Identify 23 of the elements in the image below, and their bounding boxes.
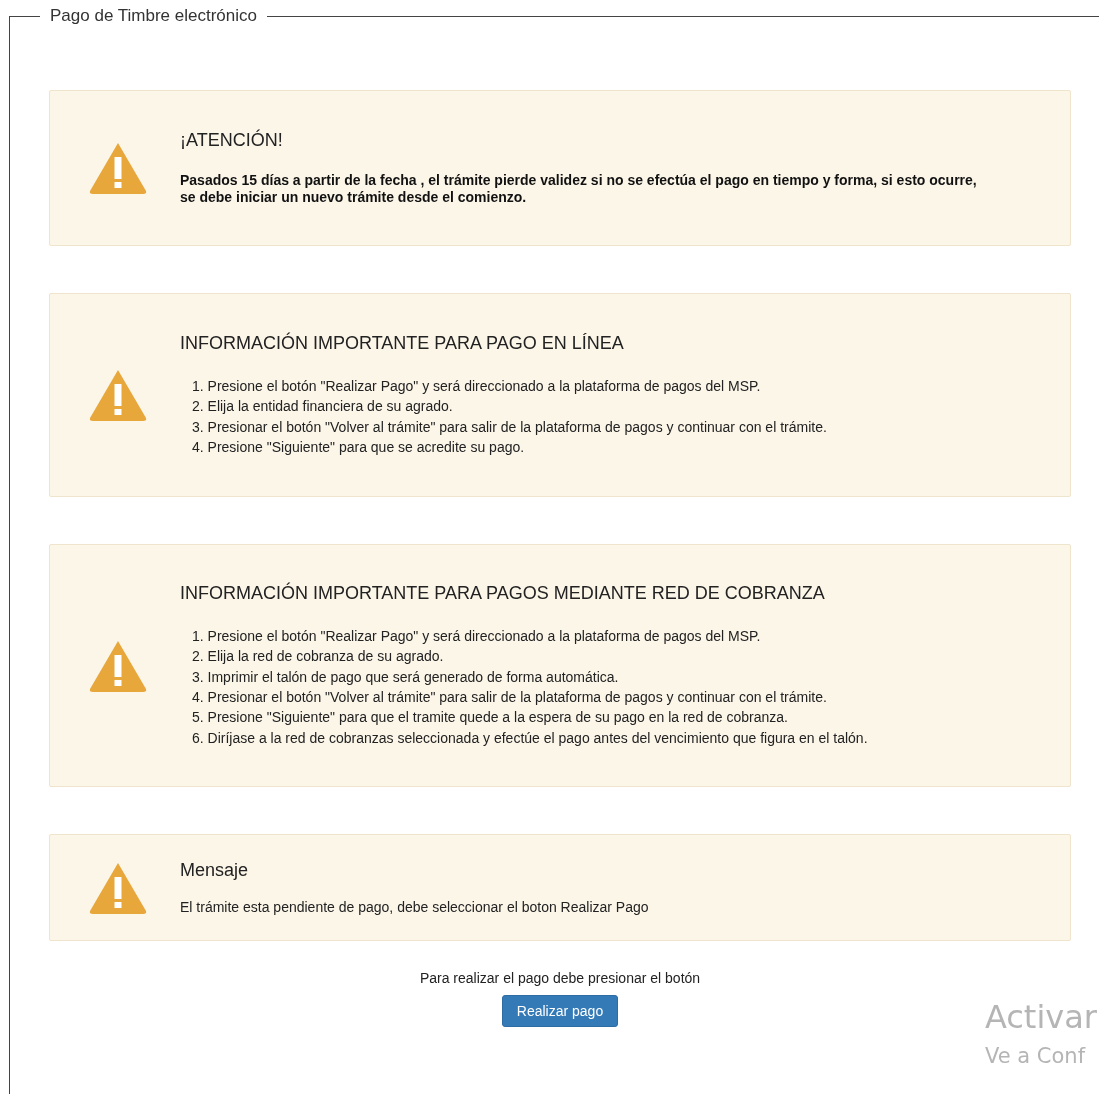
payment-prompt: Para realizar el pago debe presionar el botón [419, 970, 701, 986]
instruction-step: 3. Presionar el botón "Volver al trámite" para salir de la plataforma de pagos y continuar con el trámite. [192, 416, 827, 437]
pay-button[interactable]: Realizar pago [501, 995, 619, 1027]
activation-title: Activar [984, 998, 1097, 1036]
alert-title: ¡ATENCIÓN! [180, 130, 284, 151]
instruction-step: 2. Elija la red de cobranza de su agrado. [192, 646, 868, 667]
warning-icon [88, 141, 148, 195]
alert-title: INFORMACIÓN IMPORTANTE PARA PAGO EN LÍNEA [180, 332, 625, 354]
warning-icon [88, 368, 148, 422]
instruction-step: 4. Presione "Siguiente" para que se acredite su pago. [192, 436, 827, 458]
instruction-step: 5. Presione "Siguiente" para que el tramite quede a la espera de su pago en la red de cobranza. [192, 707, 868, 728]
status-message: El trámite esta pendiente de pago, debe seleccionar el boton Realizar Pago [180, 899, 649, 915]
alert-title: INFORMACIÓN IMPORTANTE PARA PAGOS MEDIANTE RED DE COBRANZA [180, 583, 826, 605]
alert-title: Mensaje [180, 860, 250, 881]
fieldset-legend: Pago de Timbre electrónico [40, 6, 267, 26]
activation-subtitle: Ve a Conf [984, 1044, 1087, 1068]
instruction-step: 1. Presione el botón "Realizar Pago" y será direccionado a la plataforma de pagos del MSP. [192, 626, 868, 647]
instruction-step: 6. Diríjase a la red de cobranzas seleccionada y efectúe el pago antes del vencimiento que figura en el talón. [192, 727, 868, 748]
warning-message: Pasados 15 días a partir de la fecha , el trámite pierde validez si no se efectúa el pago en tiempo y forma, si esto ocurre, se debe iniciar un nuevo trámite desde el comienzo. [180, 172, 978, 206]
instruction-step: 1. Presione el botón "Realizar Pago" y será direccionado a la plataforma de pagos del MSP. [192, 375, 827, 397]
instruction-step: 4. Presionar el botón "Volver al trámite" para salir de la plataforma de pagos y continuar con el trámite. [192, 687, 868, 708]
instruction-step: 3. Imprimir el talón de pago que será generado de forma automática. [192, 666, 868, 687]
instruction-step: 2. Elija la entidad financiera de su agrado. [192, 396, 827, 417]
